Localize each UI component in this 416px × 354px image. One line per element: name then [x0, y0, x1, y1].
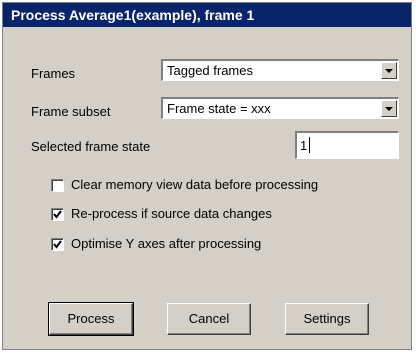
settings-button[interactable]: Settings — [285, 303, 369, 335]
window-title: Process Average1(example), frame 1 — [11, 7, 255, 23]
checkmark-icon — [53, 240, 62, 249]
option-reprocess[interactable]: Re-process if source data changes — [51, 206, 391, 224]
optimise-y-checkbox[interactable] — [51, 238, 64, 251]
title-bar: Process Average1(example), frame 1 — [3, 3, 411, 27]
chevron-down-icon — [385, 69, 393, 73]
selected-frame-state-input[interactable]: 1 — [295, 131, 399, 159]
frame-subset-dropdown[interactable]: Frame state = xxx — [161, 97, 399, 119]
frames-value: Tagged frames — [167, 63, 253, 78]
frames-label: Frames — [31, 66, 76, 81]
cancel-button[interactable]: Cancel — [167, 303, 251, 335]
selected-frame-state-value: 1 — [300, 138, 308, 153]
frames-dropdown-arrow[interactable] — [381, 62, 397, 79]
selected-frame-state-label: Selected frame state — [31, 139, 151, 154]
frame-subset-value: Frame state = xxx — [167, 101, 271, 116]
clear-memory-label: Clear memory view data before processing — [71, 177, 319, 192]
text-caret — [309, 137, 310, 153]
reprocess-label: Re-process if source data changes — [71, 206, 272, 221]
reprocess-checkbox[interactable] — [51, 208, 64, 221]
option-optimise-y[interactable]: Optimise Y axes after processing — [51, 236, 391, 254]
process-button[interactable]: Process — [48, 302, 134, 336]
optimise-y-label: Optimise Y axes after processing — [71, 236, 262, 251]
frame-subset-label: Frame subset — [31, 104, 111, 119]
frame-subset-dropdown-arrow[interactable] — [381, 100, 397, 117]
checkmark-icon — [53, 210, 62, 219]
chevron-down-icon — [385, 107, 393, 111]
clear-memory-checkbox[interactable] — [51, 179, 64, 192]
option-clear-memory[interactable]: Clear memory view data before processing — [51, 177, 391, 195]
dialog-window: Process Average1(example), frame 1 Frame… — [2, 2, 412, 350]
frames-dropdown[interactable]: Tagged frames — [161, 59, 399, 81]
